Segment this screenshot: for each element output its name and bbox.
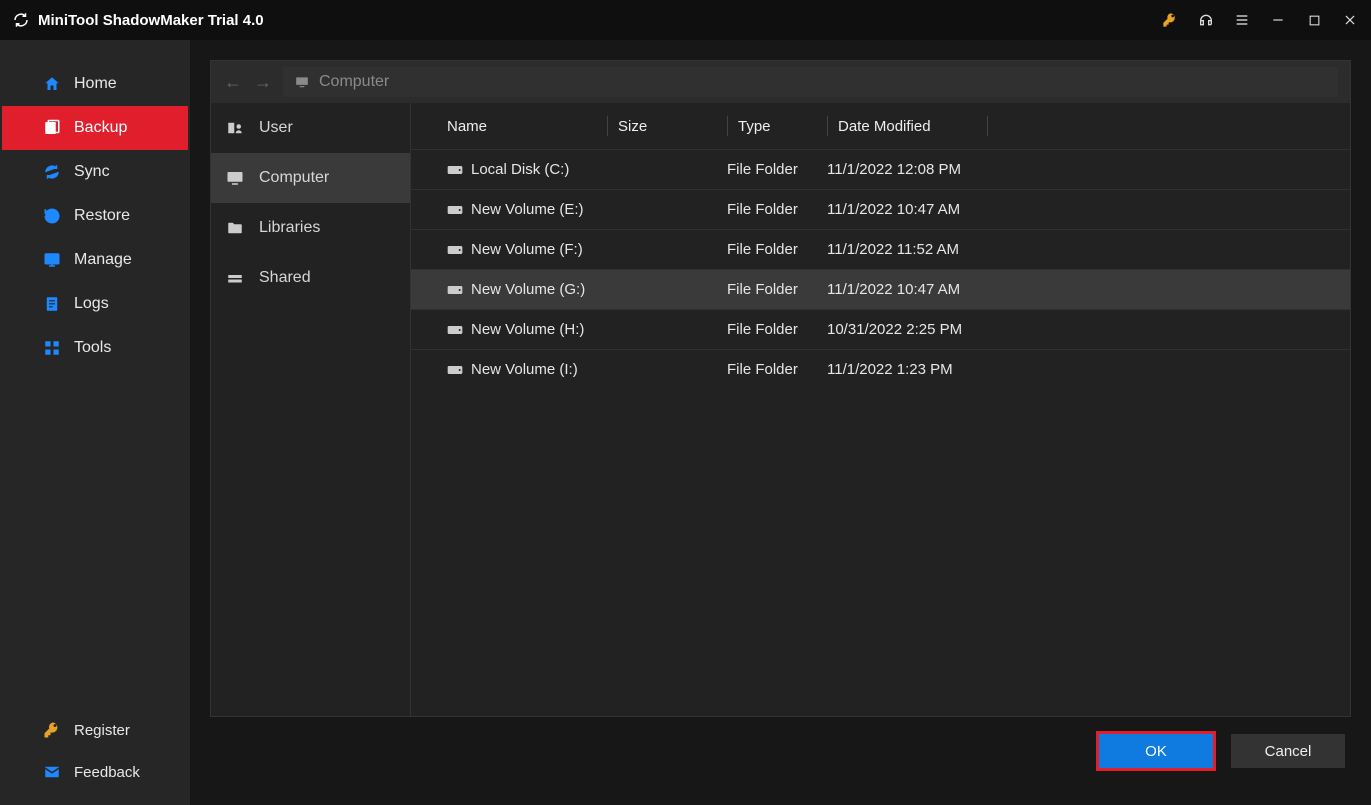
- sidebar-item-label: Logs: [74, 295, 109, 313]
- sidebar-item-logs[interactable]: Logs: [2, 282, 188, 326]
- breadcrumb-text: Computer: [319, 73, 389, 91]
- tree-item-label: User: [259, 119, 293, 137]
- drive-icon: [447, 164, 463, 176]
- row-date: 11/1/2022 10:47 AM: [827, 281, 1350, 298]
- minimize-icon[interactable]: [1269, 11, 1287, 29]
- breadcrumb-box[interactable]: Computer: [283, 67, 1338, 97]
- sidebar-item-manage[interactable]: Manage: [2, 238, 188, 282]
- key-icon: [42, 720, 62, 740]
- column-size[interactable]: Size: [607, 116, 727, 136]
- sidebar-item-register[interactable]: Register: [2, 709, 188, 751]
- nav-forward-icon[interactable]: →: [253, 72, 273, 93]
- close-icon[interactable]: [1341, 11, 1359, 29]
- titlebar-menu-icon[interactable]: [1233, 11, 1251, 29]
- table-row[interactable]: New Volume (G:) File Folder 11/1/2022 10…: [411, 269, 1350, 309]
- backup-icon: [42, 118, 62, 138]
- folder-icon: [225, 218, 245, 238]
- dialog-buttons: OK Cancel: [210, 717, 1351, 785]
- row-name: Local Disk (C:): [471, 161, 569, 178]
- row-date: 11/1/2022 12:08 PM: [827, 161, 1350, 178]
- row-date: 10/31/2022 2:25 PM: [827, 321, 1350, 338]
- titlebar-headset-icon[interactable]: [1197, 11, 1215, 29]
- main-panel: ← → Computer User Computer Libraries Shared…: [190, 40, 1371, 805]
- row-type: File Folder: [727, 161, 827, 178]
- sync-icon: [42, 162, 62, 182]
- sidebar-item-tools[interactable]: Tools: [2, 326, 188, 370]
- drive-icon: [447, 244, 463, 256]
- address-bar: ← → Computer: [211, 61, 1350, 103]
- row-type: File Folder: [727, 241, 827, 258]
- tree-item-label: Libraries: [259, 219, 320, 237]
- tree-item-label: Shared: [259, 269, 311, 287]
- row-type: File Folder: [727, 361, 827, 378]
- app-title: MiniTool ShadowMaker Trial 4.0: [38, 12, 264, 29]
- row-date: 11/1/2022 11:52 AM: [827, 241, 1350, 258]
- row-type: File Folder: [727, 281, 827, 298]
- app-logo-icon: [12, 11, 30, 29]
- sidebar-item-label: Tools: [74, 339, 111, 357]
- row-name: New Volume (G:): [471, 281, 585, 298]
- mail-icon: [42, 762, 62, 782]
- sidebar-item-label: Register: [74, 722, 130, 739]
- sidebar: Home Backup Sync Restore Manage Logs Tools Reg…: [0, 40, 190, 805]
- shared-icon: [225, 268, 245, 288]
- manage-icon: [42, 250, 62, 270]
- table-row[interactable]: Local Disk (C:) File Folder 11/1/2022 12…: [411, 149, 1350, 189]
- tree-item-label: Computer: [259, 169, 329, 187]
- sidebar-item-label: Home: [74, 75, 117, 93]
- table-row[interactable]: New Volume (E:) File Folder 11/1/2022 10…: [411, 189, 1350, 229]
- sidebar-item-label: Manage: [74, 251, 132, 269]
- maximize-icon[interactable]: [1305, 11, 1323, 29]
- titlebar: MiniTool ShadowMaker Trial 4.0: [0, 0, 1371, 40]
- table-row[interactable]: New Volume (H:) File Folder 10/31/2022 2…: [411, 309, 1350, 349]
- drive-icon: [447, 284, 463, 296]
- tree-item-libraries[interactable]: Libraries: [211, 203, 410, 253]
- tools-icon: [42, 338, 62, 358]
- monitor-icon: [293, 75, 311, 89]
- file-grid: Name Size Type Date Modified Local Disk …: [411, 103, 1350, 716]
- drive-icon: [447, 364, 463, 376]
- row-date: 11/1/2022 10:47 AM: [827, 201, 1350, 218]
- file-browser: ← → Computer User Computer Libraries Shared…: [210, 60, 1351, 717]
- tree-item-shared[interactable]: Shared: [211, 253, 410, 303]
- column-date[interactable]: Date Modified: [827, 116, 987, 136]
- location-tree: User Computer Libraries Shared: [211, 103, 411, 716]
- row-name: New Volume (H:): [471, 321, 584, 338]
- ok-button[interactable]: OK: [1099, 734, 1213, 768]
- sidebar-item-restore[interactable]: Restore: [2, 194, 188, 238]
- sidebar-item-label: Feedback: [74, 764, 140, 781]
- row-name: New Volume (F:): [471, 241, 583, 258]
- column-type[interactable]: Type: [727, 116, 827, 136]
- row-name: New Volume (I:): [471, 361, 578, 378]
- titlebar-key-icon[interactable]: [1161, 11, 1179, 29]
- user-icon: [225, 118, 245, 138]
- restore-icon: [42, 206, 62, 226]
- sidebar-item-label: Sync: [74, 163, 110, 181]
- sidebar-item-label: Backup: [74, 119, 127, 137]
- sidebar-item-feedback[interactable]: Feedback: [2, 751, 188, 793]
- sidebar-item-home[interactable]: Home: [2, 62, 188, 106]
- sidebar-item-sync[interactable]: Sync: [2, 150, 188, 194]
- nav-back-icon[interactable]: ←: [223, 72, 243, 93]
- sidebar-item-backup[interactable]: Backup: [2, 106, 188, 150]
- table-row[interactable]: New Volume (F:) File Folder 11/1/2022 11…: [411, 229, 1350, 269]
- tree-item-user[interactable]: User: [211, 103, 410, 153]
- sidebar-item-label: Restore: [74, 207, 130, 225]
- grid-header: Name Size Type Date Modified: [411, 103, 1350, 149]
- logs-icon: [42, 294, 62, 314]
- row-type: File Folder: [727, 321, 827, 338]
- home-icon: [42, 74, 62, 94]
- column-name[interactable]: Name: [447, 118, 607, 135]
- table-row[interactable]: New Volume (I:) File Folder 11/1/2022 1:…: [411, 349, 1350, 389]
- drive-icon: [447, 204, 463, 216]
- monitor-icon: [225, 168, 245, 188]
- row-date: 11/1/2022 1:23 PM: [827, 361, 1350, 378]
- row-name: New Volume (E:): [471, 201, 584, 218]
- tree-item-computer[interactable]: Computer: [211, 153, 410, 203]
- drive-icon: [447, 324, 463, 336]
- row-type: File Folder: [727, 201, 827, 218]
- cancel-button[interactable]: Cancel: [1231, 734, 1345, 768]
